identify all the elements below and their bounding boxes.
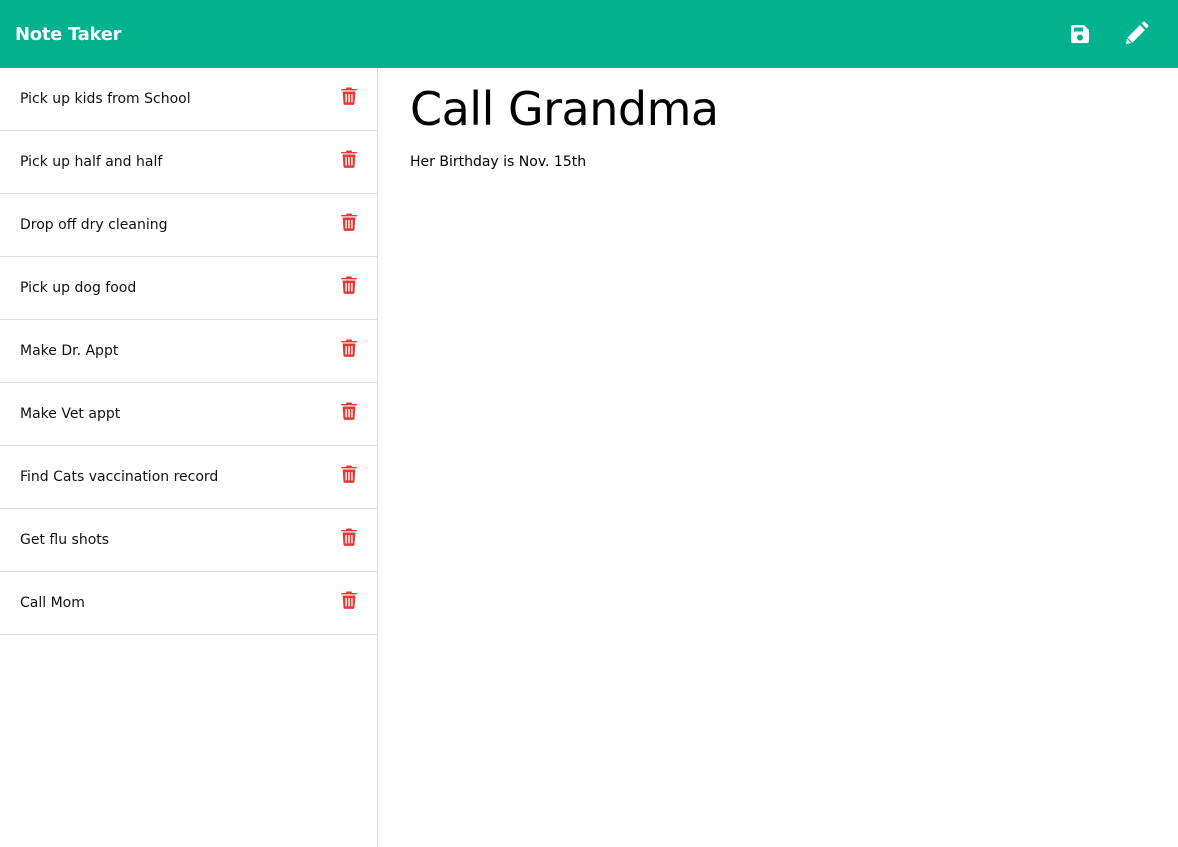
note-list-item[interactable]: Pick up half and half bbox=[0, 131, 377, 194]
note-list-item[interactable]: Get flu shots bbox=[0, 509, 377, 572]
delete-note-button[interactable] bbox=[341, 465, 357, 483]
delete-note-button[interactable] bbox=[341, 150, 357, 168]
delete-note-button[interactable] bbox=[341, 213, 357, 231]
delete-note-button[interactable] bbox=[341, 339, 357, 357]
trash-icon bbox=[341, 465, 357, 483]
new-note-button[interactable] bbox=[1123, 21, 1149, 47]
note-item-title: Pick up half and half bbox=[20, 154, 163, 170]
note-list-item[interactable]: Drop off dry cleaning bbox=[0, 194, 377, 257]
delete-note-button[interactable] bbox=[341, 528, 357, 546]
note-item-title: Find Cats vaccination record bbox=[20, 469, 219, 485]
note-item-title: Pick up kids from School bbox=[20, 91, 191, 107]
floppy-disk-icon bbox=[1071, 25, 1089, 43]
note-list-item[interactable]: Make Dr. Appt bbox=[0, 320, 377, 383]
note-item-title: Call Mom bbox=[20, 595, 85, 611]
note-list-item[interactable]: Find Cats vaccination record bbox=[0, 446, 377, 509]
delete-note-button[interactable] bbox=[341, 87, 357, 105]
trash-icon bbox=[341, 213, 357, 231]
save-note-button[interactable] bbox=[1067, 21, 1093, 47]
delete-note-button[interactable] bbox=[341, 591, 357, 609]
note-editor: Call Grandma Her Birthday is Nov. 15th bbox=[378, 68, 1178, 847]
pencil-icon bbox=[1126, 21, 1149, 44]
trash-icon bbox=[341, 402, 357, 420]
delete-note-button[interactable] bbox=[341, 402, 357, 420]
note-list: Pick up kids from School Pick up half and… bbox=[0, 68, 377, 635]
note-list-item[interactable]: Pick up kids from School bbox=[0, 68, 377, 131]
notes-sidebar: Pick up kids from School Pick up half and… bbox=[0, 68, 378, 847]
note-item-title: Make Vet appt bbox=[20, 406, 121, 422]
nav-actions bbox=[1067, 21, 1149, 47]
note-item-title: Make Dr. Appt bbox=[20, 343, 119, 359]
trash-icon bbox=[341, 339, 357, 357]
note-item-title: Get flu shots bbox=[20, 532, 110, 548]
note-list-item[interactable]: Pick up dog food bbox=[0, 257, 377, 320]
note-title[interactable]: Call Grandma bbox=[410, 86, 1178, 132]
note-item-title: Pick up dog food bbox=[20, 280, 137, 296]
app-brand[interactable]: Note Taker bbox=[15, 24, 121, 45]
delete-note-button[interactable] bbox=[341, 276, 357, 294]
note-list-item[interactable]: Call Mom bbox=[0, 572, 377, 635]
trash-icon bbox=[341, 87, 357, 105]
trash-icon bbox=[341, 276, 357, 294]
trash-icon bbox=[341, 150, 357, 168]
trash-icon bbox=[341, 591, 357, 609]
navbar: Note Taker bbox=[0, 0, 1178, 68]
note-text[interactable]: Her Birthday is Nov. 15th bbox=[410, 154, 1178, 170]
note-list-item[interactable]: Make Vet appt bbox=[0, 383, 377, 446]
trash-icon bbox=[341, 528, 357, 546]
note-item-title: Drop off dry cleaning bbox=[20, 217, 168, 233]
